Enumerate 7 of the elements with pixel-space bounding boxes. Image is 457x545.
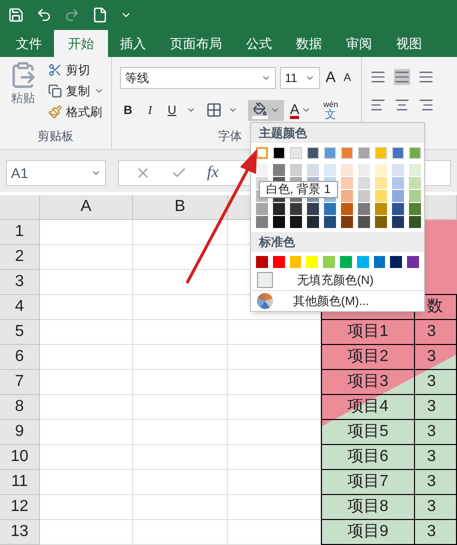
section-heading: 标准色 [251,232,424,252]
group-label: 字体 [218,128,242,145]
group-label: 剪贴板 [36,128,74,145]
tooltip: 白色, 背景 1 [259,181,338,198]
table-cell: 项目9 [321,519,415,545]
table-cell: 3 [414,519,457,545]
section-heading: 主题颜色 [251,123,424,143]
